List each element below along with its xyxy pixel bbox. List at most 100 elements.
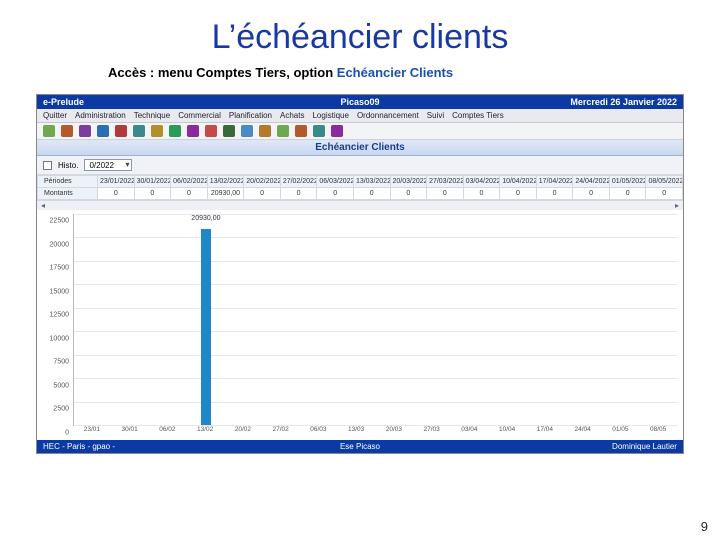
cell: 0 xyxy=(134,188,171,200)
x-tick-label: 13/03 xyxy=(348,426,364,433)
row-label: Périodes xyxy=(38,176,98,188)
y-tick-label: 15000 xyxy=(37,288,69,295)
app-doc: Picaso09 xyxy=(252,97,468,107)
toolbar-icon[interactable] xyxy=(205,125,217,137)
chart-bar xyxy=(201,229,211,425)
scroll-left-icon[interactable]: ◂ xyxy=(41,201,45,210)
menu-item[interactable]: Administration xyxy=(75,111,126,120)
chart-y-axis: 0250050007500100001250015000175002000022… xyxy=(37,214,71,426)
toolbar-icon[interactable] xyxy=(241,125,253,137)
menu-item[interactable]: Suivi xyxy=(427,111,444,120)
column-header: 13/02/2022 xyxy=(207,176,244,188)
column-header: 06/03/2022 xyxy=(317,176,354,188)
grid-scrollbar[interactable]: ◂ ▸ xyxy=(37,200,683,210)
app-titlebar: e-Prelude Picaso09 Mercredi 26 Janvier 2… xyxy=(37,95,683,109)
gridline xyxy=(74,261,677,262)
cell: 0 xyxy=(536,188,573,200)
toolbar-icon[interactable] xyxy=(61,125,73,137)
menu-item[interactable]: Logistique xyxy=(312,111,348,120)
status-right: Dominique Lautier xyxy=(468,442,677,451)
bar-value-label: 20930,00 xyxy=(191,215,220,222)
cell: 0 xyxy=(317,188,354,200)
column-header: 27/02/2022 xyxy=(280,176,317,188)
toolbar-icon[interactable] xyxy=(295,125,307,137)
histo-checkbox[interactable] xyxy=(43,161,52,170)
x-tick-label: 03/04 xyxy=(461,426,477,433)
histo-label: Histo. xyxy=(58,161,78,170)
cell: 0 xyxy=(244,188,281,200)
x-tick-label: 24/04 xyxy=(574,426,590,433)
x-tick-label: 30/01 xyxy=(121,426,137,433)
y-tick-label: 17500 xyxy=(37,265,69,272)
panel-title: Echéancier Clients xyxy=(37,140,683,156)
x-tick-label: 27/02 xyxy=(272,426,288,433)
menu-item[interactable]: Commercial xyxy=(178,111,221,120)
status-left: HEC - Paris - gpao - xyxy=(43,442,252,451)
toolbar-icon[interactable] xyxy=(151,125,163,137)
y-tick-label: 10000 xyxy=(37,335,69,342)
toolbar-icon[interactable] xyxy=(187,125,199,137)
x-tick-label: 06/02 xyxy=(159,426,175,433)
y-tick-label: 20000 xyxy=(37,241,69,248)
toolbar-icon[interactable] xyxy=(97,125,109,137)
x-tick-label: 06/03 xyxy=(310,426,326,433)
column-header: 30/01/2022 xyxy=(134,176,171,188)
access-middle: , option xyxy=(286,65,337,80)
app-menubar[interactable]: Quitter Administration Technique Commercial… xyxy=(37,109,683,123)
menu-item[interactable]: Technique xyxy=(134,111,170,120)
x-tick-label: 10/04 xyxy=(499,426,515,433)
x-tick-label: 01/05 xyxy=(612,426,628,433)
column-header: 01/05/2022 xyxy=(609,176,646,188)
y-tick-label: 2500 xyxy=(37,406,69,413)
app-name: e-Prelude xyxy=(43,97,252,107)
cell: 0 xyxy=(646,188,683,200)
gridline xyxy=(74,355,677,356)
row-label: Montants xyxy=(38,188,98,200)
column-header: 20/03/2022 xyxy=(390,176,427,188)
toolbar-icon[interactable] xyxy=(277,125,289,137)
toolbar-icon[interactable] xyxy=(169,125,181,137)
column-header: 24/04/2022 xyxy=(573,176,610,188)
toolbar-icon[interactable] xyxy=(223,125,235,137)
cell: 0 xyxy=(280,188,317,200)
toolbar-icon[interactable] xyxy=(115,125,127,137)
column-header: 08/05/2022 xyxy=(646,176,683,188)
access-menu: Comptes Tiers xyxy=(196,65,286,80)
menu-item[interactable]: Achats xyxy=(280,111,304,120)
menu-item[interactable]: Quitter xyxy=(43,111,67,120)
column-header: 23/01/2022 xyxy=(98,176,135,188)
app-toolbar[interactable] xyxy=(37,123,683,140)
x-tick-label: 20/03 xyxy=(386,426,402,433)
chart-x-axis: 23/0130/0106/0213/0220/0227/0206/0313/03… xyxy=(73,426,677,440)
cell: 0 xyxy=(609,188,646,200)
cell: 0 xyxy=(573,188,610,200)
toolbar-icon[interactable] xyxy=(133,125,145,137)
cell: 20930,00 xyxy=(207,188,244,200)
menu-item[interactable]: Planification xyxy=(229,111,272,120)
chart-plot: 20930,00 xyxy=(73,214,677,426)
toolbar-icon[interactable] xyxy=(79,125,91,137)
menu-item[interactable]: Comptes Tiers xyxy=(452,111,504,120)
menu-item[interactable]: Ordonnancement xyxy=(357,111,419,120)
app-date: Mercredi 26 Janvier 2022 xyxy=(468,97,677,107)
column-header: 27/03/2022 xyxy=(427,176,464,188)
y-tick-label: 7500 xyxy=(37,359,69,366)
app-screenshot: e-Prelude Picaso09 Mercredi 26 Janvier 2… xyxy=(36,94,684,454)
slide-title: L’échéancier clients xyxy=(0,0,720,65)
panel-controls: Histo. 0/2022 xyxy=(37,156,683,175)
column-header: 20/02/2022 xyxy=(244,176,281,188)
gridline xyxy=(74,402,677,403)
x-tick-label: 08/05 xyxy=(650,426,666,433)
toolbar-icon[interactable] xyxy=(313,125,325,137)
gridline xyxy=(74,331,677,332)
toolbar-icon[interactable] xyxy=(259,125,271,137)
period-combo[interactable]: 0/2022 xyxy=(84,159,132,171)
column-header: 10/04/2022 xyxy=(500,176,537,188)
scroll-right-icon[interactable]: ▸ xyxy=(675,201,679,210)
column-header: 13/03/2022 xyxy=(353,176,390,188)
toolbar-icon[interactable] xyxy=(43,125,55,137)
access-prefix: Accès : menu xyxy=(108,65,196,80)
toolbar-icon[interactable] xyxy=(331,125,343,137)
cell: 0 xyxy=(427,188,464,200)
x-tick-label: 27/03 xyxy=(423,426,439,433)
